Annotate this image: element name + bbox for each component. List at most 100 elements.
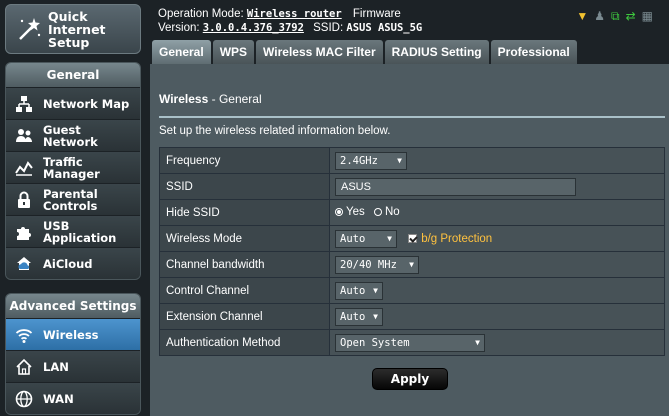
guest-users-icon xyxy=(14,126,34,146)
tab-professional[interactable]: Professional xyxy=(490,40,577,64)
sidebar-item-guest-network[interactable]: Guest Network xyxy=(6,119,140,151)
bg-protection-label: b/g Protection xyxy=(421,232,493,245)
checkbox-checked-icon xyxy=(408,234,418,243)
tab-wps[interactable]: WPS xyxy=(212,40,255,64)
sidebar-item-label: Network Map xyxy=(43,96,130,111)
table-row: Authentication Method Open System ▼ xyxy=(159,329,665,356)
advanced-settings-heading: Advanced Settings xyxy=(6,294,140,318)
auth-method-select[interactable]: Open System ▼ xyxy=(335,333,485,352)
main-panel: Wireless - General Set up the wireless r… xyxy=(150,64,669,416)
operation-mode-link[interactable]: Wireless router xyxy=(247,8,342,20)
extension-channel-select[interactable]: Auto ▼ xyxy=(335,307,383,326)
sidebar-item-label: USB Application xyxy=(43,218,117,245)
channel-bandwidth-select[interactable]: 20/40 MHz ▼ xyxy=(335,255,419,274)
sidebar-item-network-map[interactable]: Network Map xyxy=(6,87,140,119)
page-description: Set up the wireless related information … xyxy=(159,125,391,137)
cloud-house-icon xyxy=(14,254,34,274)
sidebar: Quick Internet Setup General Network Map… xyxy=(0,0,146,416)
network-map-icon xyxy=(14,94,34,114)
chevron-down-icon: ▼ xyxy=(475,338,480,347)
table-row: Wireless Mode Auto ▼ b/g Protection xyxy=(159,225,665,252)
sidebar-item-label: Wireless xyxy=(43,327,99,342)
sidebar-item-wan[interactable]: WAN xyxy=(6,382,140,414)
firmware-version-link[interactable]: 3.0.0.4.376_3792 xyxy=(203,22,304,34)
sidebar-item-wireless[interactable]: Wireless xyxy=(6,318,140,350)
top-status-header: Operation Mode: Wireless router Firmware… xyxy=(146,0,669,40)
sidebar-item-traffic-manager[interactable]: Traffic Manager xyxy=(6,151,140,183)
status-icon-bar: ▼ ♟ ⧉ ⇄ ▦ xyxy=(576,10,653,22)
puzzle-icon xyxy=(14,222,34,242)
firmware-label: Firmware xyxy=(352,8,401,20)
ssid-input[interactable]: ASUS xyxy=(335,177,576,196)
wifi-icon xyxy=(14,325,34,345)
hide-ssid-yes-label: Yes xyxy=(346,206,365,218)
sidebar-item-lan[interactable]: LAN xyxy=(6,350,140,382)
quick-setup-label-line1: Quick Internet xyxy=(48,8,106,37)
ssid-field-label: SSID xyxy=(159,173,330,200)
wand-icon xyxy=(14,15,42,43)
title-divider xyxy=(159,116,665,118)
general-heading: General xyxy=(6,63,140,87)
page-title-subsection: General xyxy=(218,92,262,106)
auth-method-value: Open System xyxy=(340,336,410,349)
table-row: Extension Channel Auto ▼ xyxy=(159,303,665,330)
printer-icon[interactable]: ▦ xyxy=(642,10,653,22)
sidebar-item-label: LAN xyxy=(43,359,69,374)
copy-icon[interactable]: ⧉ xyxy=(611,10,620,22)
usb-icon[interactable]: ▼ xyxy=(576,10,588,22)
table-row: Channel bandwidth 20/40 MHz ▼ xyxy=(159,251,665,278)
tab-wireless-mac-filter[interactable]: Wireless MAC Filter xyxy=(256,40,383,64)
hide-ssid-no-label: No xyxy=(384,206,400,218)
page-title: Wireless - General xyxy=(159,92,262,106)
auth-method-label: Authentication Method xyxy=(159,329,330,356)
frequency-select-value: 2.4GHz xyxy=(340,154,378,167)
table-row: SSID ASUS xyxy=(159,173,665,200)
tab-general[interactable]: General xyxy=(152,40,211,64)
globe-icon xyxy=(14,389,34,409)
sidebar-item-label: AiCloud xyxy=(43,256,93,271)
version-label: Version: xyxy=(158,22,200,34)
network-arrows-icon[interactable]: ⇄ xyxy=(626,10,636,22)
control-channel-label: Control Channel xyxy=(159,277,330,304)
bg-protection-checkbox[interactable]: b/g Protection xyxy=(408,233,492,245)
chevron-down-icon: ▼ xyxy=(397,156,402,165)
hide-ssid-label: Hide SSID xyxy=(159,199,330,226)
quick-internet-setup-button[interactable]: Quick Internet Setup xyxy=(5,4,141,54)
sidebar-item-aicloud[interactable]: AiCloud xyxy=(6,247,140,279)
sidebar-item-label: Parental Controls xyxy=(43,186,98,213)
table-row: Hide SSID Yes No xyxy=(159,199,665,226)
ssid-header-value: ASUS ASUS_5G xyxy=(346,22,423,34)
hide-ssid-no-radio[interactable]: No xyxy=(373,206,400,218)
extension-channel-value: Auto xyxy=(340,310,366,323)
tab-bar: General WPS Wireless MAC Filter RADIUS S… xyxy=(152,40,577,64)
sidebar-item-label: Traffic Manager xyxy=(43,154,100,181)
sidebar-item-parental-controls[interactable]: Parental Controls xyxy=(6,183,140,215)
frequency-label: Frequency xyxy=(159,147,330,174)
hide-ssid-yes-radio[interactable]: Yes xyxy=(335,206,365,218)
chevron-down-icon: ▼ xyxy=(409,260,414,269)
wireless-settings-table: Frequency 2.4GHz ▼ SSID ASUS Hide SSID Y… xyxy=(159,147,665,356)
sidebar-item-label: WAN xyxy=(43,391,74,406)
control-channel-value: Auto xyxy=(340,284,366,297)
users-icon[interactable]: ♟ xyxy=(594,10,605,22)
tab-radius-setting[interactable]: RADIUS Setting xyxy=(384,40,489,64)
lock-icon xyxy=(14,190,34,210)
sidebar-item-usb-application[interactable]: USB Application xyxy=(6,215,140,247)
apply-button[interactable]: Apply xyxy=(372,368,448,390)
control-channel-select[interactable]: Auto ▼ xyxy=(335,281,383,300)
operation-mode-label: Operation Mode: xyxy=(158,8,244,20)
traffic-chart-icon xyxy=(14,158,34,178)
wireless-mode-label: Wireless Mode xyxy=(159,225,330,252)
frequency-select[interactable]: 2.4GHz ▼ xyxy=(335,151,407,170)
sidebar-item-label: Guest Network xyxy=(43,122,98,149)
extension-channel-label: Extension Channel xyxy=(159,303,330,330)
quick-setup-label-line2: Setup xyxy=(48,34,90,50)
page-title-section: Wireless xyxy=(159,92,209,106)
ssid-label: SSID: xyxy=(313,22,344,34)
page-title-separator: - xyxy=(208,92,219,106)
house-icon xyxy=(14,357,34,377)
table-row: Frequency 2.4GHz ▼ xyxy=(159,147,665,174)
wireless-mode-select[interactable]: Auto ▼ xyxy=(335,229,397,248)
general-nav-group: General Network Map Guest Network Traffi… xyxy=(5,62,141,280)
chevron-down-icon: ▼ xyxy=(373,286,378,295)
